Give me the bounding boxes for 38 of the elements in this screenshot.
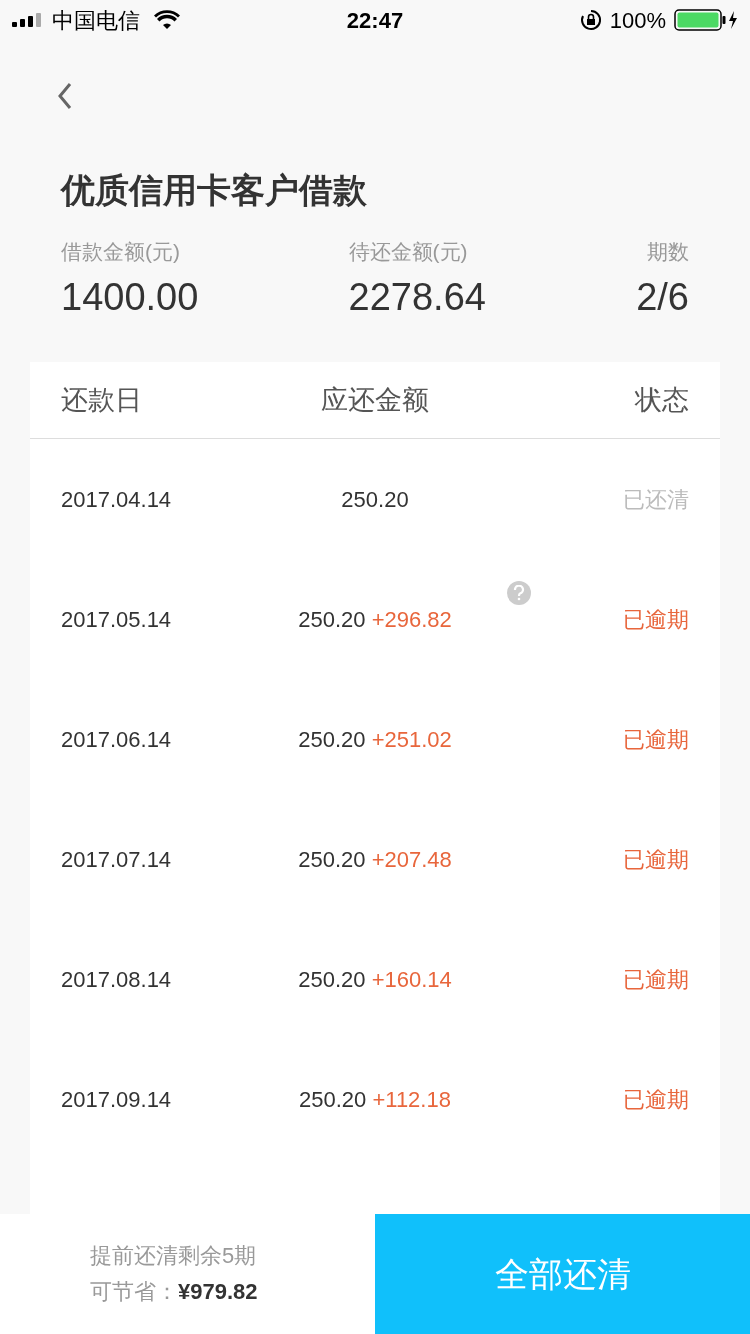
date-cell-text: 2017.05.14: [61, 605, 173, 634]
remaining-note: 提前还清剩余5期: [90, 1242, 258, 1270]
rotation-lock-icon: [579, 9, 602, 31]
battery-icon: [674, 9, 738, 31]
status-cell-text: 已还清: [622, 485, 689, 514]
column-header: 状态: [633, 383, 689, 417]
date-cell-text: 2017.07.14: [61, 845, 173, 874]
battery-percent: 100%: [609, 6, 666, 35]
date-cell-text: 2017.08.14: [61, 965, 173, 994]
amount-cell-text: 250.20 +160.14: [297, 965, 453, 994]
amount-cell-text: 250.20: [340, 485, 410, 514]
status-cell-text: 已逾期: [622, 605, 689, 634]
status-cell-text: 已逾期: [622, 725, 689, 754]
status-cell-text: 已逾期: [622, 965, 689, 994]
amount-cell-text: 250.20 +112.18: [298, 1085, 452, 1114]
pay-all-button[interactable]: 全部还清: [375, 1214, 750, 1334]
carrier-name: 中国电信: [52, 6, 140, 35]
summary-value: 1400.00: [61, 275, 199, 320]
summary-label: 期数: [647, 239, 689, 265]
back-icon: [57, 82, 73, 110]
wifi-icon: [154, 10, 180, 30]
clock: 22:47: [346, 6, 404, 35]
summary-label: 待还金额(元): [348, 239, 468, 265]
saving-text: 可节省：¥979.82: [90, 1278, 259, 1306]
column-header: 应还金额: [320, 383, 430, 417]
date-cell-text: 2017.09.14: [61, 1085, 173, 1114]
page-title: 优质信用卡客户借款: [61, 170, 368, 211]
status-cell-text: 已逾期: [622, 1085, 689, 1114]
amount-cell-text: 250.20 +296.82: [297, 605, 453, 634]
date-cell-text: 2017.06.14: [61, 725, 173, 754]
summary-value: 2/6: [636, 275, 689, 320]
column-header: 还款日: [61, 383, 143, 417]
summary-value: 2278.64: [348, 275, 486, 320]
status-cell-text: 已逾期: [622, 845, 689, 874]
amount-cell-text: 250.20 +251.02: [297, 725, 453, 754]
date-cell-text: 2017.04.14: [61, 485, 173, 514]
summary-label: 借款金额(元): [61, 239, 180, 265]
amount-cell-text: 250.20 +207.48: [297, 845, 453, 874]
